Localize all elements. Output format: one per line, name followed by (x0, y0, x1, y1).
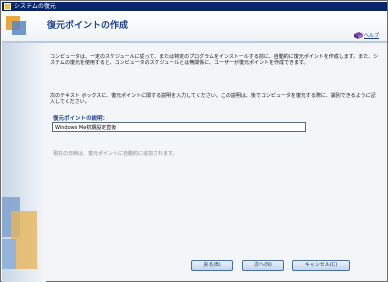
app-icon (4, 3, 11, 10)
description-label: 復元ポイントの説明： (53, 116, 109, 122)
instruction-paragraph: 次のテキスト ボックスに、復元ポイントに関する説明を入力してください。この説明は… (50, 93, 376, 106)
back-button[interactable]: 戻る(B) (191, 260, 233, 271)
timestamp-note: 現在の日時は、復元ポイントに自動的に追加されます。 (53, 151, 178, 157)
help-book-icon (353, 32, 363, 39)
title-bar[interactable]: システムの復元 (2, 2, 387, 11)
help-link[interactable]: ヘルプ (353, 32, 379, 39)
decorative-block (2, 239, 16, 269)
next-button[interactable]: 次へ(N) (242, 260, 284, 271)
system-restore-logo-icon (6, 16, 26, 35)
window-title: システムの復元 (14, 2, 56, 10)
page-title: 復元ポイントの作成 (47, 21, 129, 31)
cancel-button[interactable]: キャンセル(C) (292, 260, 350, 271)
help-label[interactable]: ヘルプ (364, 32, 379, 39)
intro-paragraph: コンピュータは、一定のスケジュールに従って、または特定のプログラムをインストール… (50, 54, 379, 67)
system-restore-window: システムの復元 復元ポイントの作成 ヘルプ コンピュータは、一定のスケジュールに… (0, 0, 388, 282)
description-input[interactable] (52, 122, 306, 132)
header-divider (2, 41, 387, 43)
